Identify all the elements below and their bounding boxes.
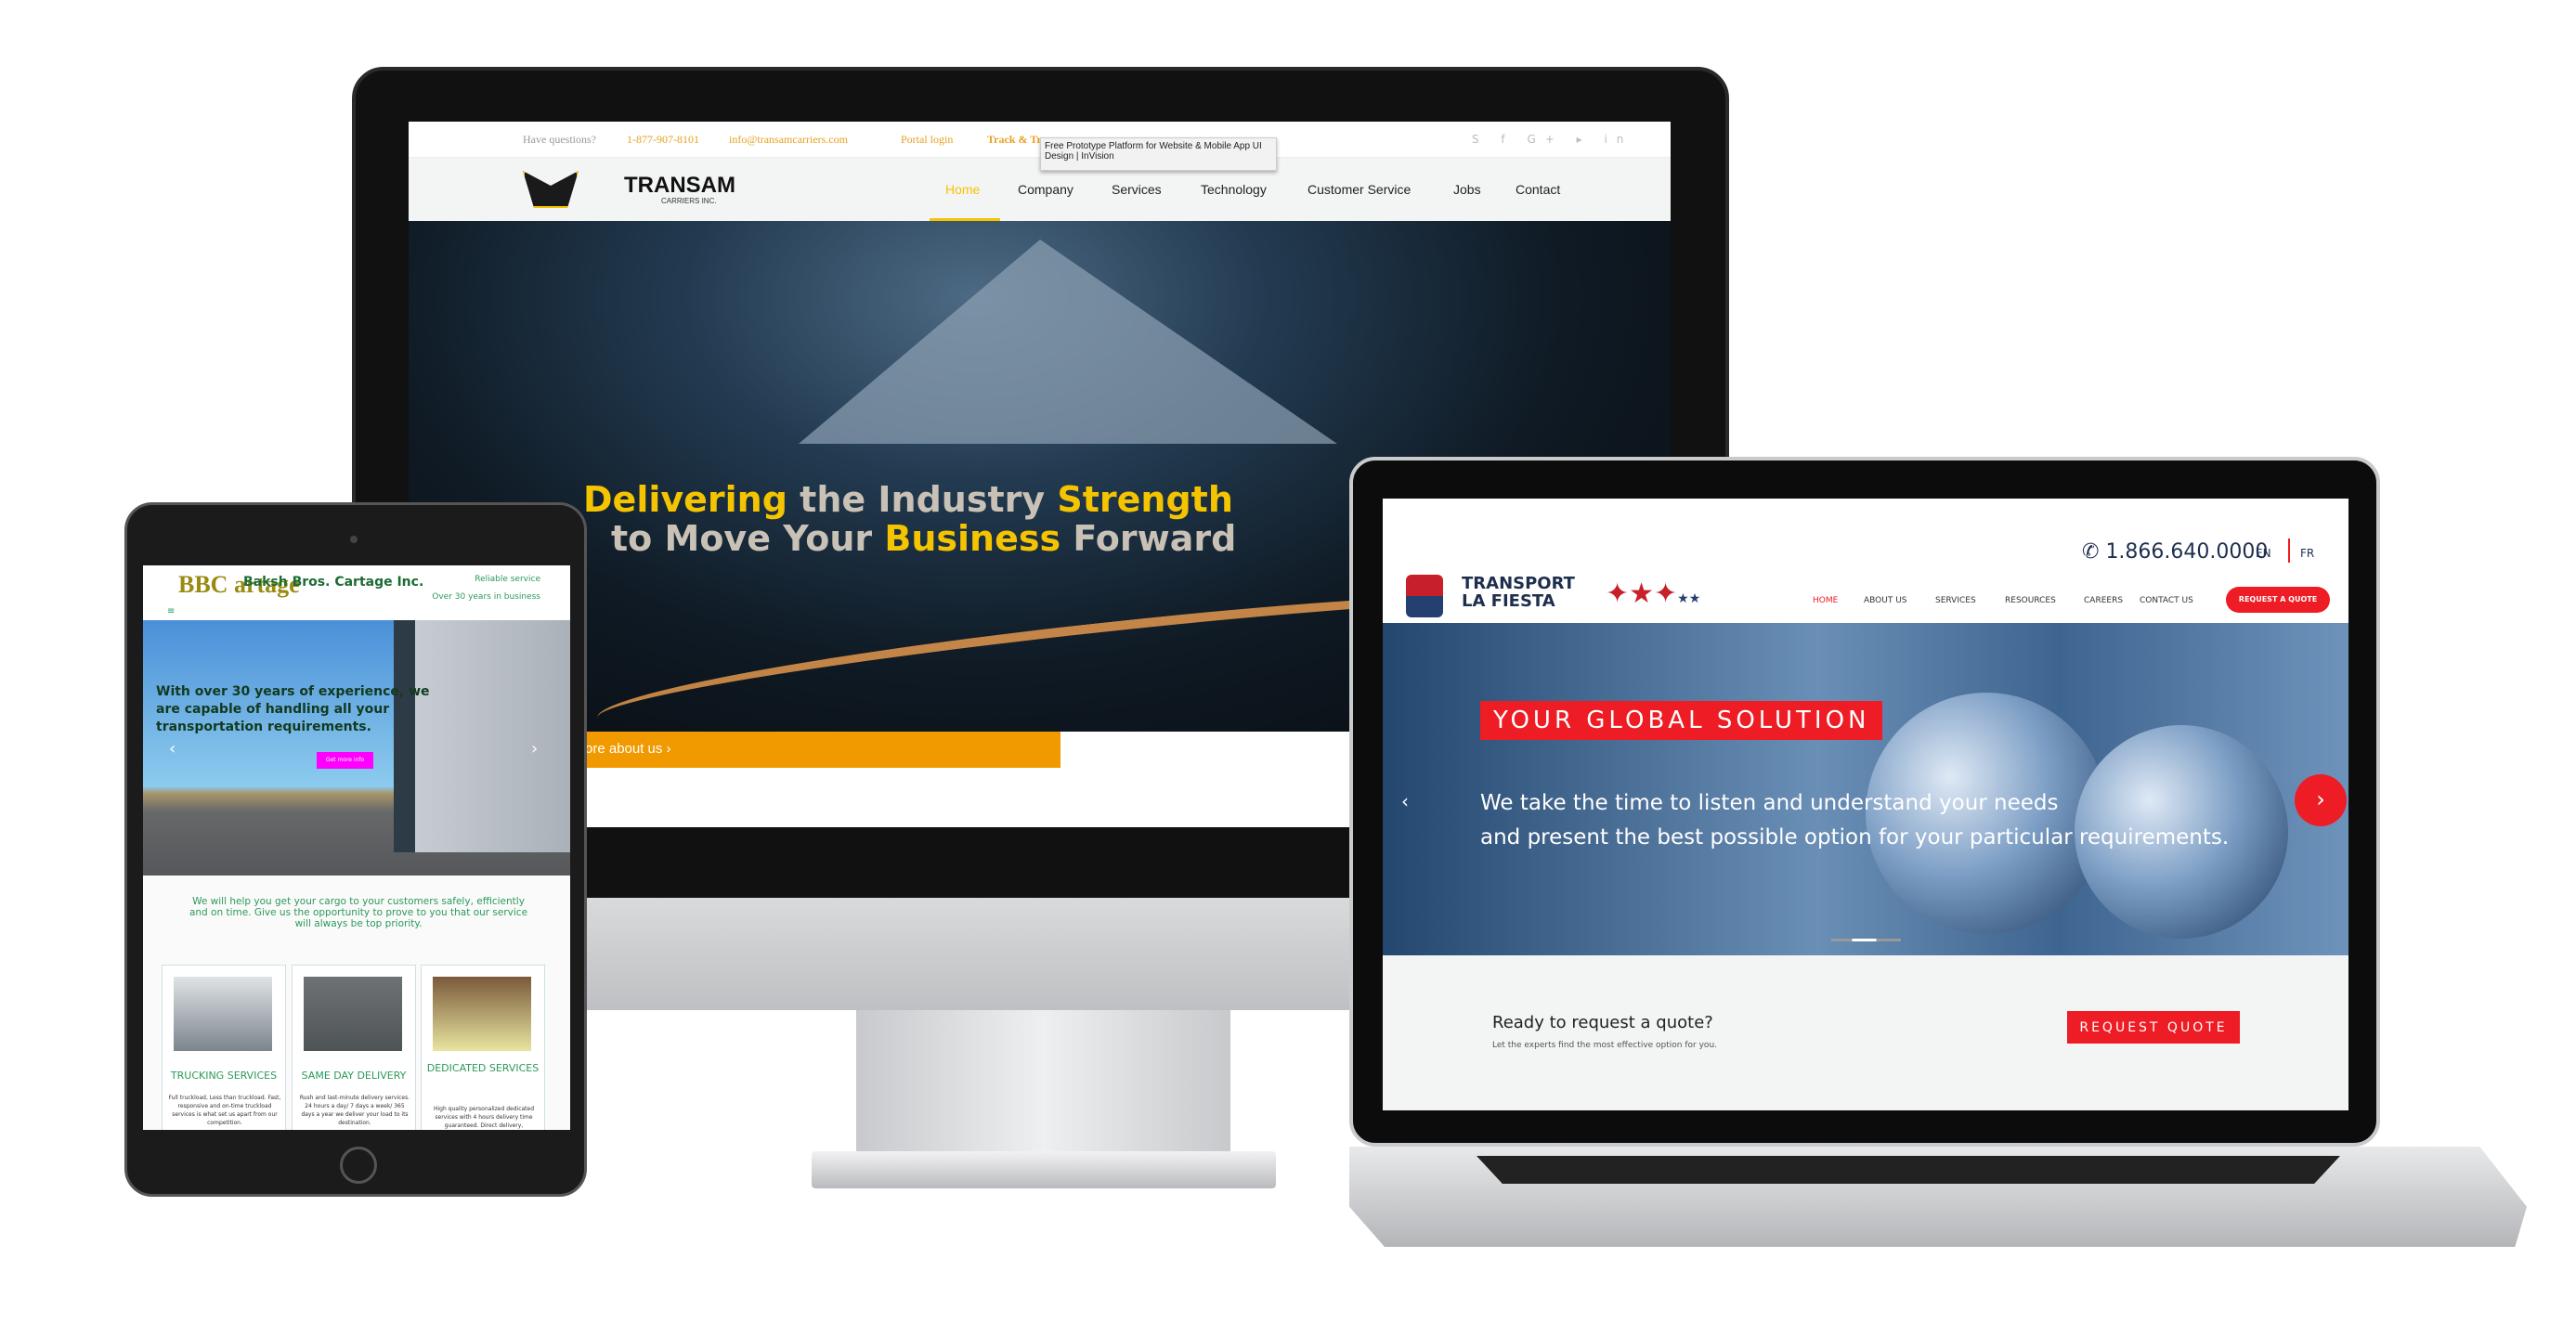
brand-name: Baksh Bros. Cartage Inc.: [243, 575, 424, 590]
nav-services[interactable]: Services: [1112, 182, 1162, 197]
nav-technology[interactable]: Technology: [1201, 182, 1267, 197]
hero-line-1: Delivering the Industry Strength: [583, 479, 1233, 520]
card-same-day[interactable]: SAME DAY DELIVERY Rush and last-minute de…: [292, 965, 416, 1130]
prev-slide-button[interactable]: ‹: [1401, 790, 1409, 812]
tablet-camera: [350, 536, 358, 543]
social-icons[interactable]: S f G+ ▸ in: [1472, 133, 1633, 146]
nav-home[interactable]: Home: [945, 182, 980, 197]
request-quote-button[interactable]: REQUEST QUOTE: [2067, 1011, 2240, 1044]
lang-divider: [2288, 538, 2290, 563]
transam-logo-icon: [523, 171, 579, 208]
hero-banner: YOUR GLOBAL SOLUTION We take the time to…: [1383, 623, 2348, 955]
card-desc: Full truckload, Less than truckload. Fas…: [168, 1095, 281, 1126]
hero-line-2: to Move Your Business Forward: [611, 518, 1237, 559]
card-dedicated[interactable]: DEDICATED SERVICES High quality personali…: [421, 965, 545, 1130]
quote-subtitle: Let the experts find the most effective …: [1492, 1041, 1718, 1050]
nav-careers[interactable]: CAREERS: [2084, 596, 2123, 605]
request-a-quote-button[interactable]: REQUEST A QUOTE: [2226, 587, 2330, 613]
laptop-keyboard: [1477, 1156, 2340, 1184]
get-more-info-button[interactable]: Get more info: [317, 752, 373, 769]
card-trucking[interactable]: TRUCKING SERVICES Full truckload, Less th…: [162, 965, 286, 1130]
header: BBC artage Baksh Bros. Cartage Inc. Reli…: [143, 565, 570, 620]
card-desc: High quality personalized dedicated serv…: [433, 1106, 535, 1129]
nav-customer-service[interactable]: Customer Service: [1308, 182, 1411, 197]
next-slide-button[interactable]: ›: [531, 739, 538, 759]
tooltip: Free Prototype Platform for Website & Mo…: [1040, 137, 1277, 171]
logo-text: TRANSAM: [624, 173, 735, 198]
card-title: SAME DAY DELIVERY: [301, 1070, 407, 1082]
email-link[interactable]: info@transamcarriers.com: [729, 133, 848, 147]
hero-text: We take the time to listen and understan…: [1480, 791, 2230, 850]
quote-section: Ready to request a quote? Let the expert…: [1383, 955, 2348, 1110]
mountain-image: [799, 240, 1337, 444]
card-desc: Rush and last-minute delivery services. …: [299, 1095, 410, 1126]
tagline-1: Reliable service: [475, 575, 540, 584]
nav-company[interactable]: Company: [1018, 182, 1073, 197]
portal-login-link[interactable]: Portal login: [901, 133, 953, 147]
worker-image: [433, 977, 531, 1051]
nav-contact-us[interactable]: CONTACT US: [2140, 596, 2193, 605]
monitor-base: [812, 1151, 1276, 1188]
home-button[interactable]: [340, 1147, 377, 1184]
lang-fr[interactable]: FR: [2300, 547, 2314, 560]
slide-indicators[interactable]: [1831, 939, 1901, 941]
hero-text: With over 30 years of experience, we are…: [156, 684, 430, 734]
phone-link[interactable]: 1-877-907-8101: [627, 133, 699, 147]
card-title: TRUCKING SERVICES: [170, 1070, 278, 1082]
nav-jobs[interactable]: Jobs: [1453, 182, 1481, 197]
prev-slide-button[interactable]: ‹: [169, 739, 176, 759]
truck-image: [394, 620, 570, 852]
tagline-2: Over 30 years in business: [432, 592, 540, 602]
monitor-stand: [856, 1010, 1230, 1163]
la-fiesta-website: ✆ 1.866.640.0000 EN FR TRANSPORT LA FIES…: [1383, 499, 2348, 1110]
maple-stars-icon: ✦★✦★★: [1606, 577, 1701, 610]
hamburger-menu-icon[interactable]: ≡: [167, 606, 175, 616]
nav-about-us[interactable]: ABOUT US: [1864, 596, 1907, 605]
lang-en[interactable]: EN: [2256, 547, 2271, 560]
intro-text: We will help you get your cargo to your …: [189, 896, 528, 929]
nav-services[interactable]: SERVICES: [1935, 596, 1976, 605]
trucks-image: [174, 977, 272, 1051]
questions-text: Have questions?: [523, 133, 596, 146]
nav-home[interactable]: HOME: [1813, 596, 1838, 605]
card-title: DEDICATED SERVICES: [426, 1062, 540, 1074]
nav-contact[interactable]: Contact: [1516, 182, 1560, 197]
next-slide-button[interactable]: ›: [2295, 774, 2347, 826]
boxes-image: [304, 977, 402, 1051]
nav-resources[interactable]: RESOURCES: [2005, 596, 2056, 605]
map-flag-icon: [1406, 575, 1443, 617]
phone-number: ✆ 1.866.640.0000: [2082, 540, 2269, 564]
hero-banner: With over 30 years of experience, we are…: [143, 620, 570, 876]
hero-title: YOUR GLOBAL SOLUTION: [1480, 701, 1883, 740]
baksh-bros-website: BBC artage Baksh Bros. Cartage Inc. Reli…: [143, 565, 570, 1130]
logo-sub: CARRIERS INC.: [661, 197, 717, 205]
logo-text: TRANSPORT LA FIESTA: [1462, 574, 1575, 611]
quote-title: Ready to request a quote?: [1492, 1013, 1713, 1032]
